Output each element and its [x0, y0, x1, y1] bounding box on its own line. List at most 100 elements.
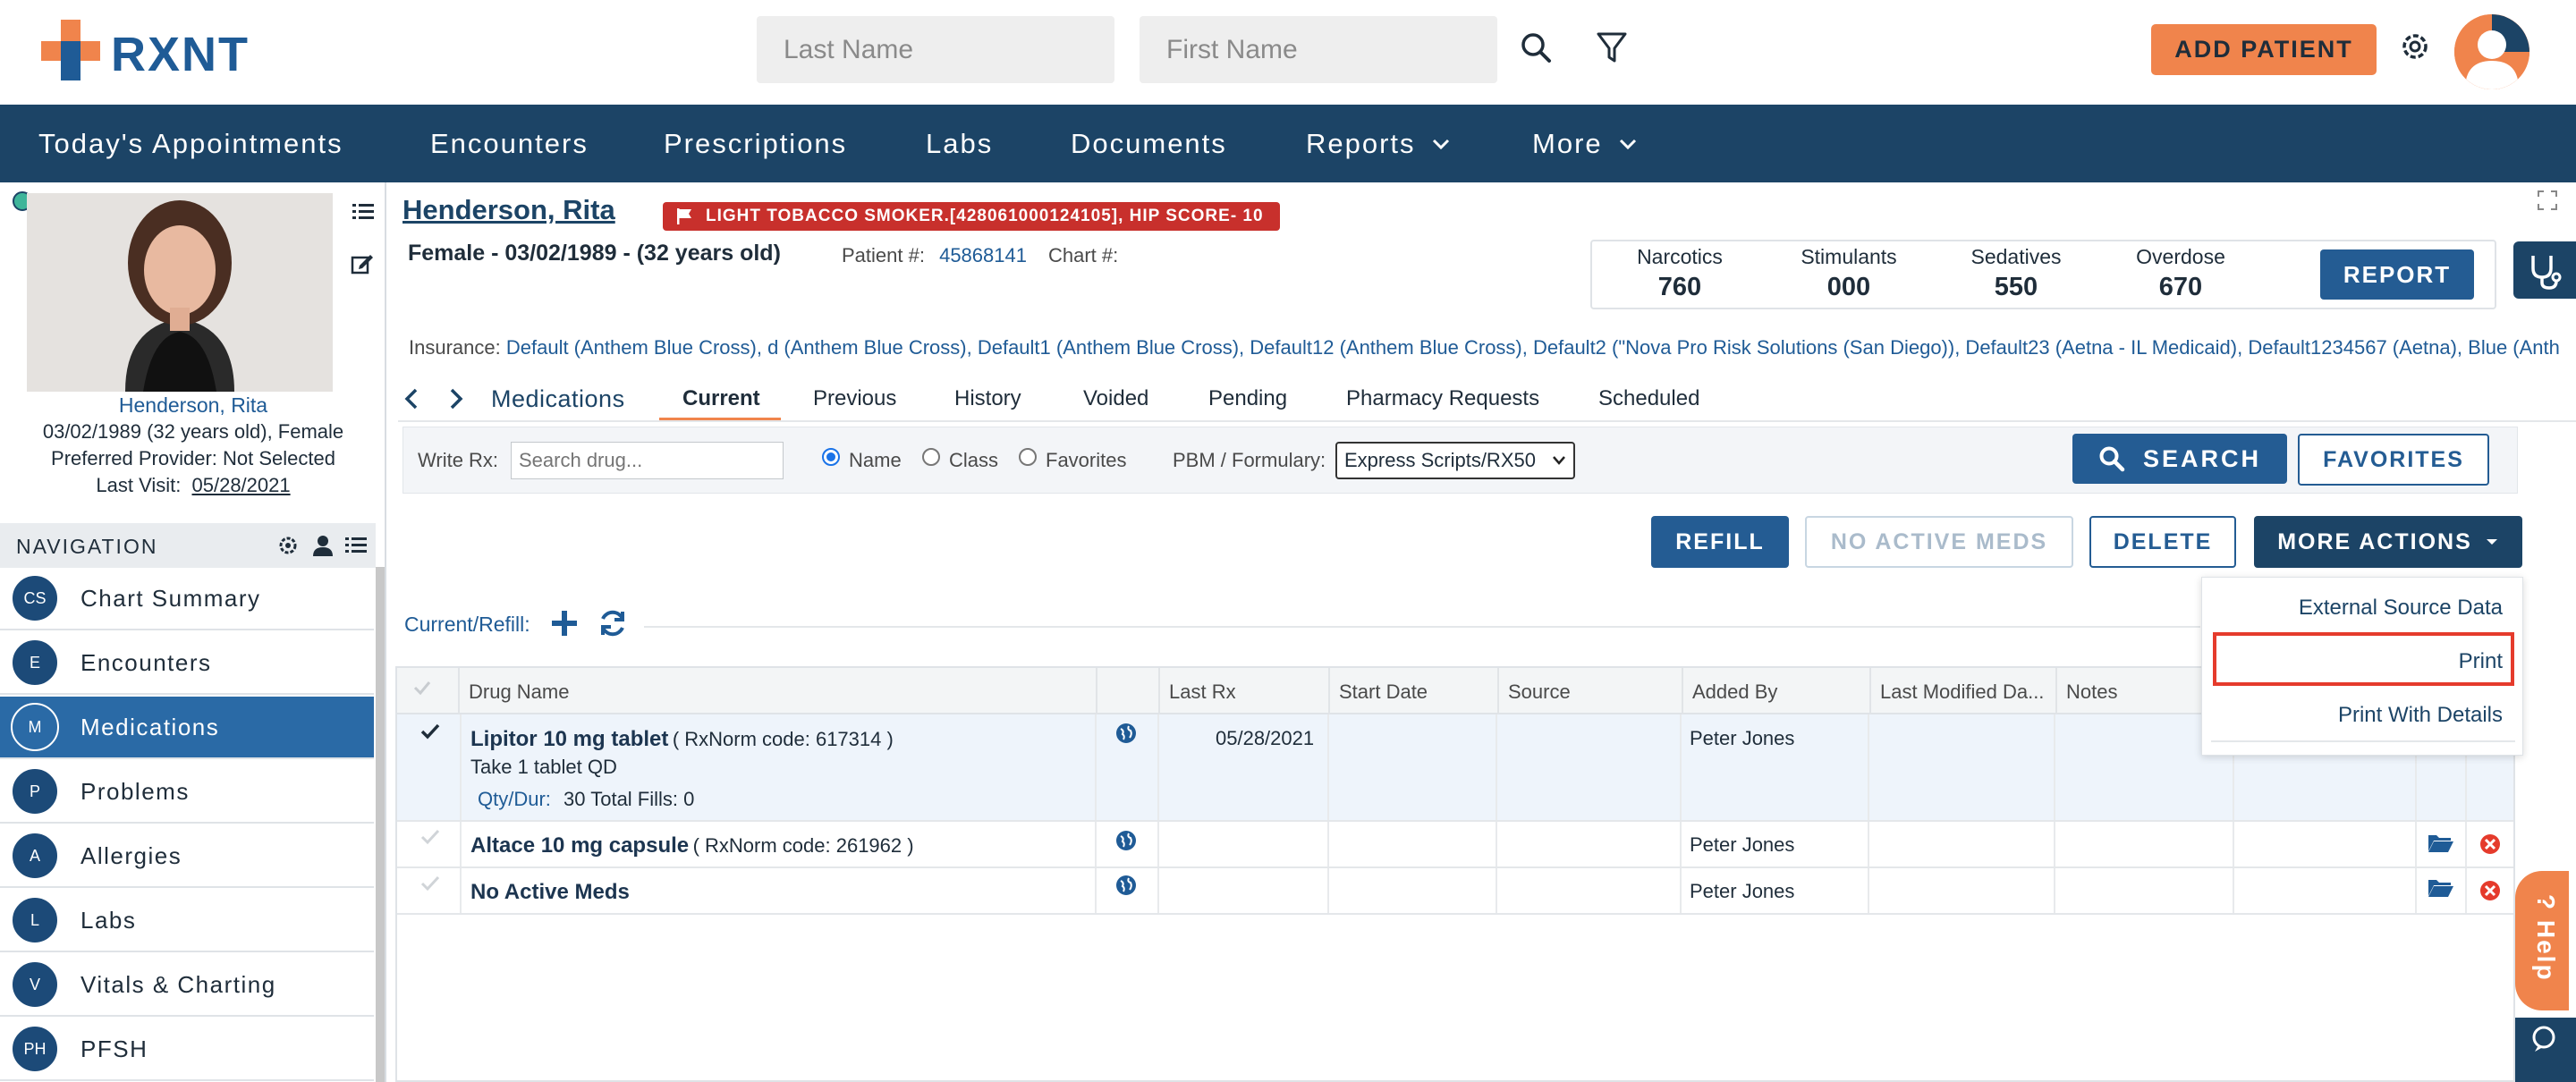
navigation-header: NAVIGATION — [0, 523, 376, 568]
sidenav-chart-summary[interactable]: CS Chart Summary — [0, 568, 374, 630]
table-row[interactable]: No Active Meds Peter Jones — [397, 868, 2513, 915]
edit-icon[interactable] — [351, 252, 374, 275]
nav-reports[interactable]: Reports — [1306, 128, 1450, 160]
sidenav-allergies[interactable]: A Allergies — [0, 825, 374, 888]
radio-favorites[interactable] — [1019, 448, 1037, 466]
stethoscope-button[interactable] — [2513, 241, 2576, 299]
folder-icon[interactable] — [2428, 832, 2454, 853]
sidenav-vitals-charting[interactable]: V Vitals & Charting — [0, 954, 374, 1017]
chart-number-label: Chart #: — [1048, 244, 1119, 266]
add-icon[interactable] — [550, 609, 579, 638]
patient-number-value[interactable]: 45868141 — [939, 244, 1027, 266]
tab-pending[interactable]: Pending — [1208, 386, 1287, 411]
sidenav-encounters[interactable]: E Encounters — [0, 632, 374, 695]
qty-label: Qty/Dur: — [478, 788, 551, 810]
gear-icon[interactable] — [277, 535, 299, 556]
delete-button[interactable]: DELETE — [2089, 516, 2236, 568]
col-source[interactable]: Source — [1499, 668, 1683, 714]
medication-tabs: Medications Current Previous History Voi… — [398, 376, 2576, 422]
drug-name-cell[interactable]: Lipitor 10 mg tablet ( RxNorm code: 6173… — [470, 727, 894, 752]
chevron-left-icon[interactable] — [403, 388, 421, 410]
more-actions-button[interactable]: MORE ACTIONS — [2254, 516, 2522, 568]
active-tab-indicator — [659, 418, 781, 420]
search-button[interactable]: SEARCH — [2072, 434, 2287, 484]
last-visit-date[interactable]: 05/28/2021 — [192, 474, 291, 496]
sidenav-pfsh[interactable]: PH PFSH — [0, 1019, 374, 1081]
menu-item-print[interactable]: Print — [2459, 649, 2503, 674]
favorites-button[interactable]: FAVORITES — [2298, 434, 2489, 486]
pbm-selected-value: Express Scripts/RX50 — [1344, 449, 1536, 471]
col-start-date[interactable]: Start Date — [1330, 668, 1499, 714]
radio-class[interactable] — [922, 448, 940, 466]
user-icon[interactable] — [313, 535, 333, 556]
menu-item-print-with-details[interactable]: Print With Details — [2338, 703, 2503, 728]
nav-label: Vitals & Charting — [80, 970, 276, 998]
nav-label: Labs — [80, 906, 137, 934]
report-button[interactable]: REPORT — [2320, 249, 2474, 300]
pdmp-narcotics: Narcotics 760 — [1626, 245, 1733, 302]
no-active-meds-button[interactable]: NO ACTIVE MEDS — [1805, 516, 2073, 568]
delete-row-icon[interactable] — [2479, 880, 2501, 901]
col-added-by[interactable]: Added By — [1683, 668, 1871, 714]
nav-todays-appointments[interactable]: Today's Appointments — [38, 128, 343, 160]
pbm-select[interactable]: Express Scripts/RX50 — [1335, 442, 1575, 479]
sidenav-medications[interactable]: M Medications — [0, 697, 374, 759]
search-icon[interactable] — [1519, 30, 1555, 66]
list-icon[interactable] — [352, 202, 374, 222]
col-last-rx[interactable]: Last Rx — [1160, 668, 1330, 714]
list-icon[interactable] — [345, 536, 367, 555]
drug-name-cell[interactable]: No Active Meds — [470, 880, 630, 905]
delete-row-icon[interactable] — [2479, 833, 2501, 855]
sidenav-problems[interactable]: P Problems — [0, 761, 374, 824]
filter-icon[interactable] — [1596, 30, 1628, 66]
tab-pharmacy-requests[interactable]: Pharmacy Requests — [1346, 386, 1539, 411]
patient-number: Patient #: 45868141 — [842, 244, 1027, 267]
globe-icon[interactable] — [1114, 722, 1138, 745]
sidenav-scrollbar[interactable] — [376, 567, 385, 1082]
radio-name[interactable] — [822, 448, 840, 466]
table-row[interactable]: Lipitor 10 mg tablet ( RxNorm code: 6173… — [397, 714, 2513, 822]
sidenav-labs[interactable]: L Labs — [0, 890, 374, 952]
globe-icon[interactable] — [1114, 874, 1138, 897]
side-patient-name[interactable]: Henderson, Rita — [0, 393, 386, 418]
folder-icon[interactable] — [2428, 876, 2454, 898]
row-check-icon[interactable] — [420, 875, 440, 892]
drug-search-input[interactable] — [511, 442, 784, 479]
tab-current[interactable]: Current — [682, 386, 760, 411]
first-name-input[interactable] — [1140, 16, 1497, 83]
drug-name-cell[interactable]: Altace 10 mg capsule ( RxNorm code: 2619… — [470, 833, 914, 858]
refill-button[interactable]: REFILL — [1651, 516, 1789, 568]
tab-previous[interactable]: Previous — [813, 386, 896, 411]
col-last-modified[interactable]: Last Modified Da... — [1871, 668, 2057, 714]
globe-icon[interactable] — [1114, 829, 1138, 852]
table-row[interactable]: Altace 10 mg capsule ( RxNorm code: 2619… — [397, 822, 2513, 868]
tab-scheduled[interactable]: Scheduled — [1598, 386, 1699, 411]
nav-more[interactable]: More — [1532, 128, 1637, 160]
insurance-value[interactable]: Default (Anthem Blue Cross), d (Anthem B… — [506, 336, 2560, 359]
nav-labs[interactable]: Labs — [926, 128, 993, 160]
chevron-right-icon[interactable] — [446, 388, 464, 410]
expand-icon[interactable] — [2537, 190, 2558, 211]
menu-item-external-source-data[interactable]: External Source Data — [2299, 596, 2503, 621]
tab-history[interactable]: History — [954, 386, 1021, 411]
row-check-icon[interactable] — [420, 723, 440, 740]
refresh-icon[interactable] — [597, 608, 628, 638]
last-name-input[interactable] — [757, 16, 1114, 83]
select-all-header[interactable] — [397, 668, 460, 714]
user-avatar[interactable] — [2454, 14, 2529, 89]
nav-badge: L — [11, 896, 59, 944]
col-global — [1097, 668, 1160, 714]
gear-icon[interactable] — [2397, 29, 2433, 64]
tab-voided[interactable]: Voided — [1083, 386, 1148, 411]
nav-label: Problems — [80, 777, 190, 805]
medications-section-title: Medications — [491, 385, 625, 412]
nav-encounters[interactable]: Encounters — [430, 128, 589, 160]
rxnt-logo[interactable] — [41, 20, 113, 82]
chat-tab[interactable] — [2515, 1018, 2576, 1082]
add-patient-button[interactable]: ADD PATIENT — [2151, 24, 2377, 75]
col-drug-name[interactable]: Drug Name — [460, 668, 1097, 714]
row-check-icon[interactable] — [420, 829, 440, 845]
nav-prescriptions[interactable]: Prescriptions — [664, 128, 847, 160]
nav-documents[interactable]: Documents — [1071, 128, 1227, 160]
patient-name-link[interactable]: Henderson, Rita — [402, 194, 615, 226]
